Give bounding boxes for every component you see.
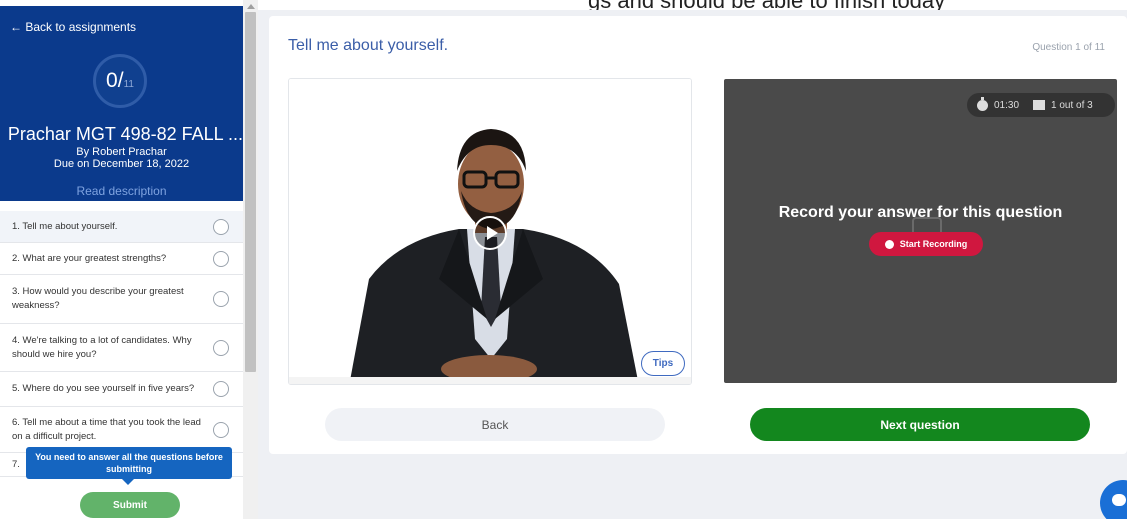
- question-status-circle: [213, 421, 229, 438]
- record-dot-icon: [884, 239, 894, 249]
- sidebar-scrollbar[interactable]: [243, 0, 258, 519]
- question-label: 4. We're talking to a lot of candidates.…: [12, 334, 192, 360]
- progress-ring: 0/11: [93, 54, 147, 108]
- question-status-circle: [213, 218, 229, 235]
- question-label: 7.: [12, 458, 20, 470]
- tips-button[interactable]: Tips: [641, 351, 685, 376]
- read-description-link[interactable]: Read description: [0, 184, 243, 198]
- chat-widget-button[interactable]: [1100, 480, 1127, 519]
- question-title: Tell me about yourself.: [288, 37, 449, 54]
- course-title-text: Prachar MGT 498-82 FALL ...: [7, 124, 243, 144]
- question-status-circle: [213, 381, 229, 397]
- timer-pill: 01:30 1 out of 3: [967, 93, 1115, 117]
- time-limit: 01:30: [994, 99, 1020, 111]
- course-due-date: Due on December 18, 2022: [53, 158, 190, 170]
- question-counter: Question 1 of 11: [1032, 42, 1105, 53]
- back-to-assignments-link[interactable]: ← Back to assignments: [10, 20, 136, 34]
- submit-tooltip: You need to answer all the questions bef…: [26, 447, 232, 479]
- record-prompt: Record your answer for this question: [778, 204, 1063, 221]
- assignment-header: ← Back to assignments 0/11 Prachar MGT 4…: [0, 6, 243, 201]
- stopwatch-icon: [977, 96, 988, 111]
- question-label: 2. What are your greatest strengths?: [12, 252, 167, 264]
- start-recording-button[interactable]: Start Recording: [869, 232, 983, 256]
- question-status-circle: [213, 250, 229, 267]
- question-label: 5. Where do you see yourself in five yea…: [12, 383, 195, 394]
- progress-done: 0: [106, 69, 118, 92]
- question-label: 1. Tell me about yourself.: [12, 220, 118, 232]
- next-question-button[interactable]: Next question: [750, 408, 1090, 441]
- submit-button[interactable]: Submit: [80, 492, 180, 518]
- scroll-up-arrow-icon[interactable]: [247, 4, 255, 9]
- question-card: Tell me about yourself. Question 1 of 11: [269, 16, 1127, 454]
- interviewer-video[interactable]: Tips: [288, 78, 692, 385]
- question-item-5[interactable]: 5. Where do you see yourself in five yea…: [0, 372, 243, 407]
- question-item-3[interactable]: 3. How would you describe your greatest …: [0, 275, 243, 324]
- question-item-1[interactable]: 1. Tell me about yourself.: [0, 211, 243, 243]
- start-recording-label: Start Recording: [899, 239, 968, 249]
- question-item-4[interactable]: 4. We're talking to a lot of candidates.…: [0, 324, 243, 372]
- question-status-circle: [213, 291, 229, 307]
- top-strip-text: gs and should be able to finish today: [588, 0, 945, 10]
- course-title: Prachar MGT 498-82 FALL ...: [0, 124, 243, 145]
- clapperboard-icon: [1033, 100, 1046, 110]
- question-status-circle: [213, 339, 229, 356]
- scroll-thumb[interactable]: [245, 12, 256, 372]
- course-author: By Robert Prachar: [76, 146, 167, 158]
- recording-panel: 01:30 1 out of 3 Record your answer for …: [724, 79, 1117, 383]
- back-button[interactable]: Back: [325, 408, 665, 441]
- question-label: 6. Tell me about a time that you took th…: [12, 416, 201, 442]
- sidebar: ← Back to assignments 0/11 Prachar MGT 4…: [0, 0, 258, 519]
- play-icon[interactable]: [473, 216, 507, 250]
- tooltip-arrow: [122, 479, 134, 485]
- question-list: 1. Tell me about yourself. 2. What are y…: [0, 211, 243, 477]
- progress-total: 11: [123, 78, 134, 90]
- chat-bubble-icon: [1112, 494, 1126, 506]
- question-label: 3. How would you describe your greatest …: [12, 286, 184, 311]
- takes-count: 1 out of 3: [1051, 99, 1093, 111]
- top-strip: gs and should be able to finish today: [258, 0, 1127, 10]
- question-item-2[interactable]: 2. What are your greatest strengths?: [0, 243, 243, 275]
